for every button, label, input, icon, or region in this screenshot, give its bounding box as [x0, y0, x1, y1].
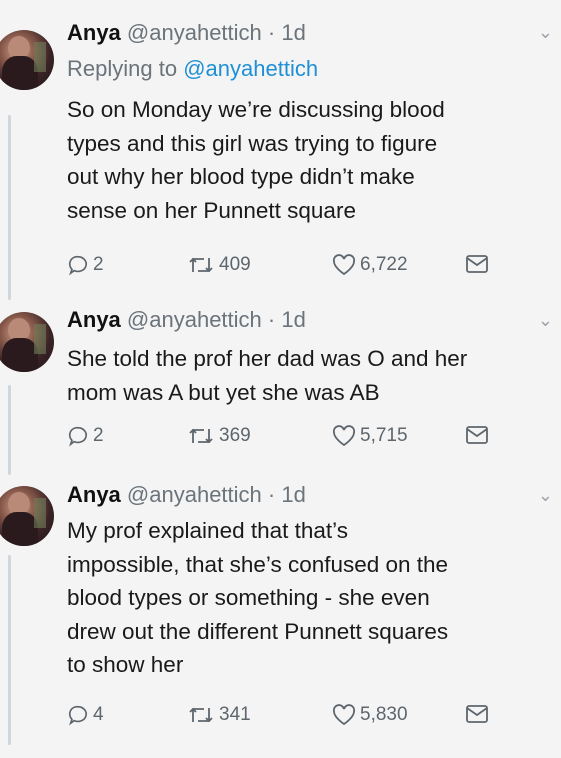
user-handle[interactable]: @anyahettich — [127, 482, 262, 507]
replying-to-handle[interactable]: @anyahettich — [183, 56, 318, 81]
reply-button[interactable]: 4 — [67, 704, 104, 726]
reply-button[interactable]: 2 — [67, 254, 104, 276]
envelope-icon — [466, 255, 488, 273]
like-count: 5,715 — [360, 425, 408, 446]
dm-button[interactable] — [465, 254, 489, 274]
dm-button[interactable] — [465, 704, 489, 724]
retweet-button[interactable]: 341 — [187, 704, 251, 726]
reply-count: 4 — [93, 704, 104, 725]
like-button[interactable]: 5,715 — [332, 425, 408, 447]
heart-icon — [332, 254, 356, 276]
tweet-text: So on Monday we’re discussing blood type… — [67, 97, 445, 223]
reply-count: 2 — [93, 254, 104, 275]
display-name[interactable]: Anya — [67, 307, 121, 332]
tweet-header: Anya @anyahettich · 1d — [67, 307, 306, 333]
chevron-down-icon[interactable]: ⌄ — [538, 485, 553, 506]
chevron-down-icon[interactable]: ⌄ — [538, 22, 553, 43]
avatar[interactable] — [0, 312, 54, 372]
chevron-down-icon[interactable]: ⌄ — [538, 310, 553, 331]
tweet-actions: 2 409 6,722 — [67, 254, 547, 284]
tweet-text: My prof explained that that’s impossible… — [67, 518, 449, 677]
retweet-button[interactable]: 409 — [187, 254, 251, 276]
reply-bubble-icon — [68, 426, 87, 447]
retweet-count: 369 — [219, 425, 251, 446]
reply-bubble-icon — [68, 705, 87, 726]
tweet-actions: 4 341 5,830 — [67, 704, 547, 734]
tweet-header: Anya @anyahettich · 1d — [67, 20, 306, 46]
user-handle[interactable]: @anyahettich — [127, 307, 262, 332]
reply-button[interactable]: 2 — [67, 425, 104, 447]
retweet-icon — [189, 428, 213, 444]
like-button[interactable]: 6,722 — [332, 254, 408, 276]
retweet-count: 341 — [219, 704, 251, 725]
heart-icon — [332, 704, 356, 726]
tweet-header: Anya @anyahettich · 1d — [67, 482, 306, 508]
avatar[interactable] — [0, 30, 54, 90]
tweet[interactable]: Anya @anyahettich · 1d ⌄ Replying to @an… — [0, 0, 561, 300]
envelope-icon — [466, 426, 488, 444]
timestamp[interactable]: · 1d — [268, 307, 306, 332]
heart-icon — [332, 425, 356, 447]
like-count: 6,722 — [360, 254, 408, 275]
retweet-icon — [189, 707, 213, 723]
tweet[interactable]: Anya @anyahettich · 1d ⌄ She told the pr… — [0, 300, 561, 472]
reply-bubble-icon — [68, 255, 87, 276]
dm-button[interactable] — [465, 425, 489, 445]
reply-count: 2 — [93, 425, 104, 446]
retweet-count: 409 — [219, 254, 251, 275]
retweet-button[interactable]: 369 — [187, 425, 251, 447]
display-name[interactable]: Anya — [67, 20, 121, 45]
display-name[interactable]: Anya — [67, 482, 121, 507]
replying-to-label: Replying to — [67, 56, 178, 81]
tweet[interactable]: Anya @anyahettich · 1d ⌄ My prof explain… — [0, 472, 561, 758]
replying-to: Replying to @anyahettich — [67, 56, 318, 82]
user-handle[interactable]: @anyahettich — [127, 20, 262, 45]
envelope-icon — [466, 705, 488, 723]
like-count: 5,830 — [360, 704, 408, 725]
tweet-text: She told the prof her dad was O and her … — [67, 346, 468, 405]
like-button[interactable]: 5,830 — [332, 704, 408, 726]
timestamp[interactable]: · 1d — [268, 20, 306, 45]
avatar[interactable] — [0, 486, 54, 546]
timestamp[interactable]: · 1d — [268, 482, 306, 507]
retweet-icon — [189, 257, 213, 273]
tweet-actions: 2 369 5,715 — [67, 425, 547, 455]
